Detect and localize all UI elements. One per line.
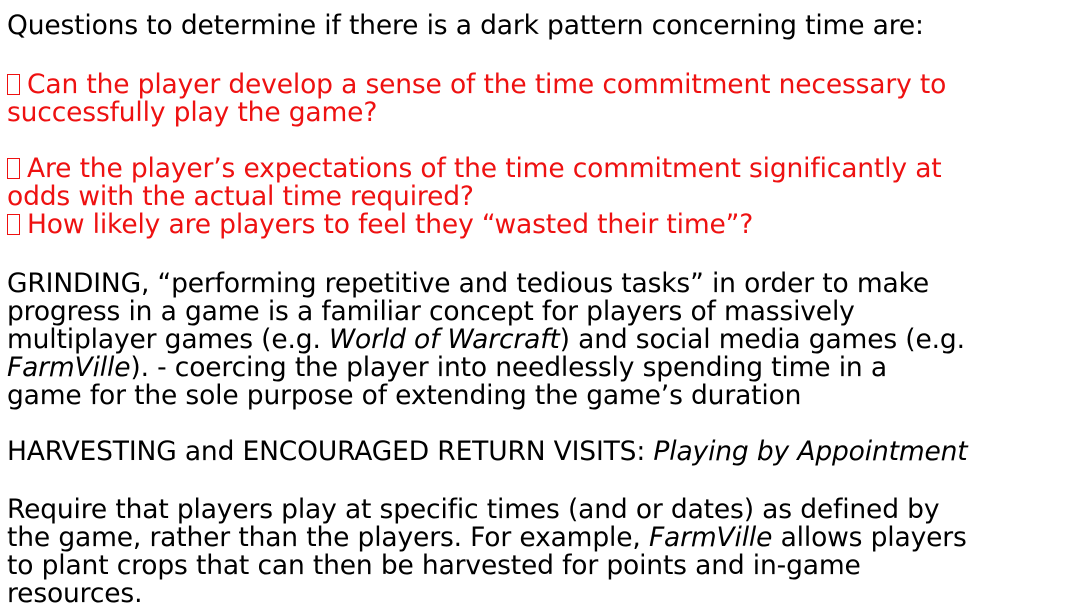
require-line-2: the game, rather than the players. For e… [7, 524, 967, 552]
grinding-line-4: FarmVille). - coercing the player into n… [7, 354, 887, 382]
grinding-line-1: GRINDING, “performing repetitive and ted… [7, 268, 929, 299]
require-line-1: Require that players play at specific ti… [7, 494, 940, 525]
question-1-line-1: Can the player develop a sense of the ti… [7, 71, 946, 99]
game-title-world-of-warcraft: World of Warcraft [329, 324, 560, 355]
question-3-text: How likely are players to feel they “was… [27, 209, 754, 240]
harvesting-label: HARVESTING and ENCOURAGED RETURN VISITS: [7, 436, 654, 467]
harvesting-heading: HARVESTING and ENCOURAGED RETURN VISITS:… [7, 438, 968, 466]
question-1-line-2: successfully play the game? [7, 97, 378, 128]
require-text: allows players [772, 522, 967, 553]
grinding-line-3: multiplayer games (e.g. World of Warcraf… [7, 326, 965, 354]
require-text: the game, rather than the players. For e… [7, 522, 649, 553]
heading: Questions to determine if there is a dar… [7, 10, 924, 41]
square-bullet-icon [7, 74, 20, 95]
require-line-4: resources. [7, 578, 143, 609]
game-title-farmville: FarmVille [7, 352, 131, 383]
square-bullet-icon [7, 158, 20, 179]
question-2-line-2: odds with the actual time required? [7, 181, 474, 212]
grinding-text: multiplayer games (e.g. [7, 324, 329, 355]
require-line-3: to plant crops that can then be harveste… [7, 550, 861, 581]
question-2-text: Are the player’s expectations of the tim… [27, 153, 942, 184]
question-1-text: Can the player develop a sense of the ti… [27, 69, 947, 100]
grinding-text: ) and social media games (e.g. [559, 324, 965, 355]
grinding-text: ). - coercing the player into needlessly… [130, 352, 887, 383]
grinding-line-5: game for the sole purpose of extending t… [7, 380, 802, 411]
grinding-line-2: progress in a game is a familiar concept… [7, 296, 855, 327]
harvesting-title: Playing by Appointment [653, 436, 968, 467]
game-title-farmville: FarmVille [648, 522, 773, 553]
square-bullet-icon [7, 214, 20, 235]
question-3-line-1: How likely are players to feel they “was… [7, 211, 753, 239]
question-2-line-1: Are the player’s expectations of the tim… [7, 155, 942, 183]
